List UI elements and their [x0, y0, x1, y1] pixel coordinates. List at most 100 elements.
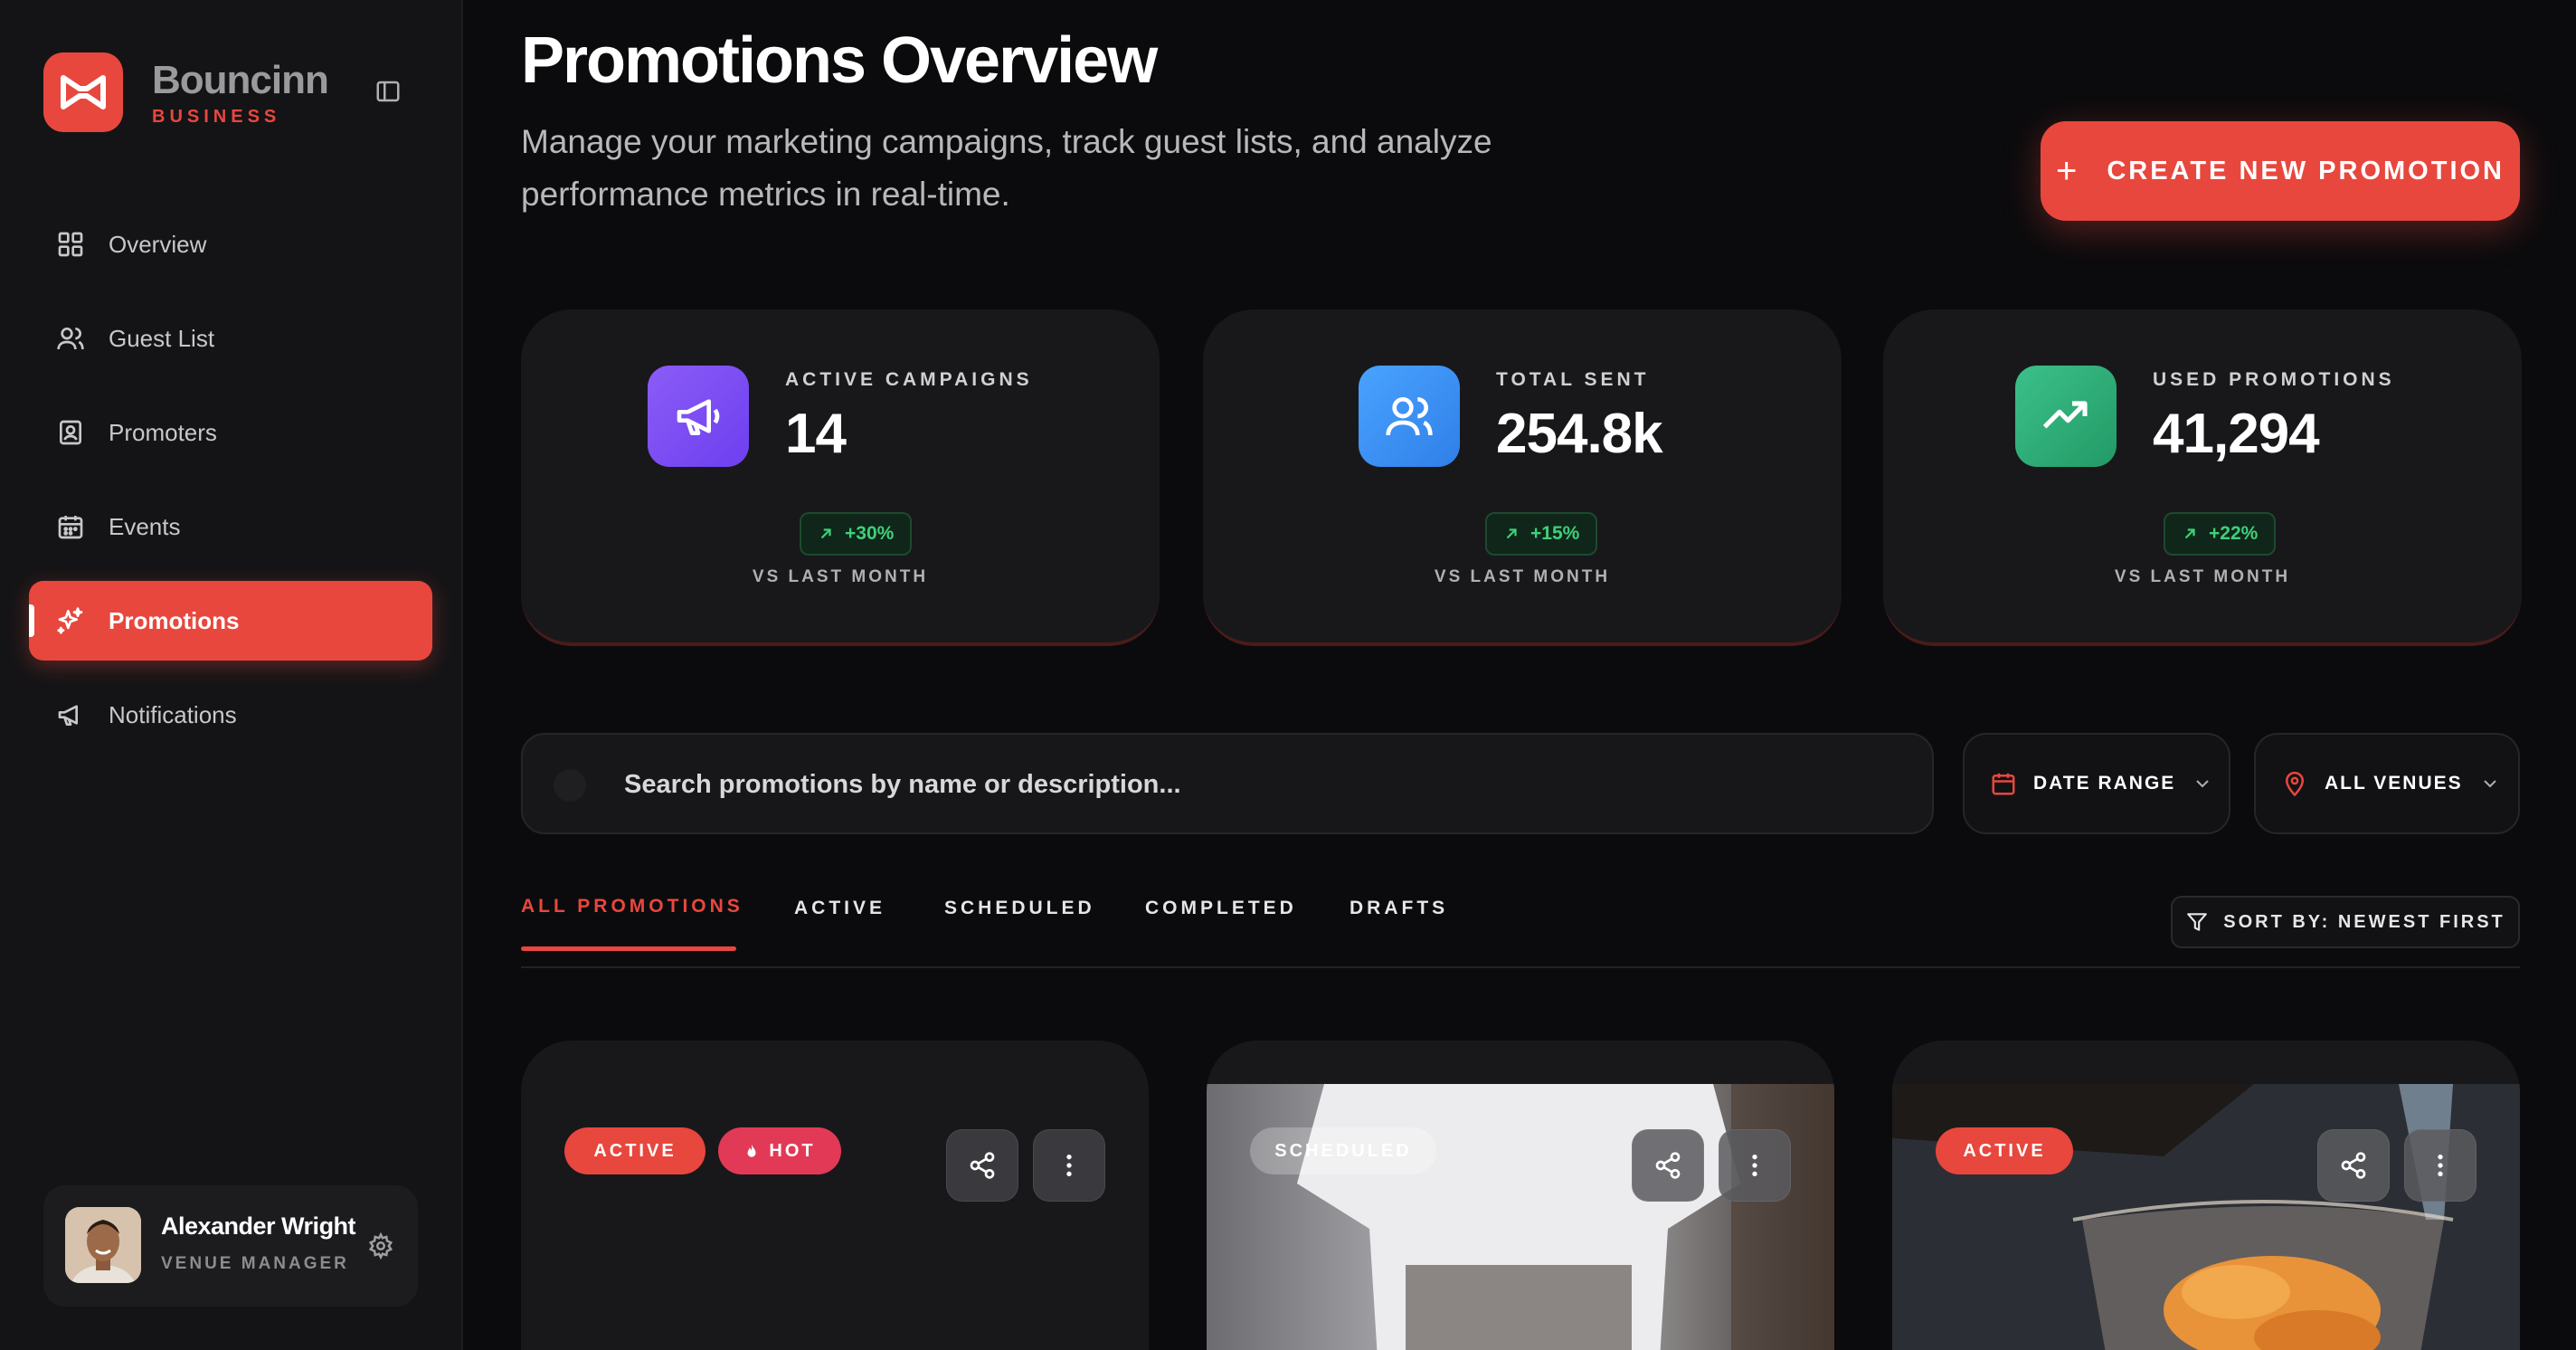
stat-value: 14 [785, 403, 847, 465]
users-icon [57, 328, 84, 350]
more-options-button[interactable] [1033, 1129, 1105, 1202]
date-range-filter[interactable]: DATE RANGE [1963, 733, 2230, 834]
status-badge: ACTIVE [564, 1127, 706, 1174]
share-icon [2341, 1152, 2366, 1179]
stat-card-active-campaigns: ACTIVE CAMPAIGNS 14 +30% VS LAST MONTH [521, 309, 1160, 646]
brand-name: Bouncinn [152, 58, 329, 102]
create-promotion-button[interactable]: + CREATE NEW PROMOTION [2041, 121, 2520, 221]
promotion-card[interactable]: ACTIVE HOT [521, 1041, 1149, 1350]
grid-icon [58, 232, 83, 257]
search-icon [554, 769, 586, 802]
user-name: Alexander Wright [161, 1212, 356, 1240]
sparkles-icon [57, 607, 83, 634]
stat-change: +22% [2209, 523, 2259, 544]
megaphone-icon [648, 366, 749, 467]
id-badge-icon [60, 420, 81, 445]
venue-filter[interactable]: ALL VENUES [2254, 733, 2520, 834]
user-profile-card[interactable]: Alexander Wright VENUE MANAGER [43, 1185, 418, 1307]
stat-change: +15% [1530, 523, 1580, 544]
stat-footnote: VS LAST MONTH [1434, 567, 1611, 586]
sidebar-item-label: Promoters [109, 418, 217, 446]
promotion-image [1207, 1084, 1834, 1350]
sidebar: Bouncinn BUSINESS Overview Guest List Pr… [0, 0, 463, 1350]
more-vertical-icon [1752, 1155, 1757, 1176]
stat-change-badge: +15% [1485, 512, 1598, 556]
map-pin-icon [2285, 771, 2305, 797]
stat-footnote: VS LAST MONTH [752, 567, 929, 586]
arrow-up-right-icon [820, 528, 831, 539]
sidebar-toggle-icon[interactable] [374, 78, 402, 105]
page-title: Promotions Overview [521, 24, 1158, 97]
sidebar-item-label: Guest List [109, 324, 215, 352]
search-input[interactable] [624, 762, 1890, 807]
megaphone-icon [58, 705, 78, 726]
more-vertical-icon [1066, 1155, 1072, 1176]
sidebar-item-events[interactable]: Events [29, 487, 432, 566]
share-button[interactable] [946, 1129, 1018, 1202]
filter-funnel-icon [2187, 913, 2208, 931]
sidebar-item-guest-list[interactable]: Guest List [29, 299, 432, 378]
stat-card-used-promotions: USED PROMOTIONS 41,294 +22% VS LAST MONT… [1883, 309, 2522, 646]
sidebar-item-overview[interactable]: Overview [29, 204, 432, 284]
stat-label: TOTAL SENT [1496, 369, 1650, 390]
stat-value: 254.8k [1496, 403, 1663, 465]
stat-value: 41,294 [2153, 403, 2320, 465]
avatar-portrait-icon [65, 1207, 141, 1283]
page-description: Manage your marketing campaigns, track g… [521, 123, 1492, 213]
chevron-down-icon [2483, 780, 2496, 788]
tab-drafts[interactable]: DRAFTS [1350, 898, 1448, 919]
calendar-icon [1992, 773, 2015, 795]
users-icon [1359, 366, 1460, 467]
avatar [65, 1207, 141, 1283]
status-badge: ACTIVE [1936, 1127, 2073, 1174]
chevron-down-icon [2196, 780, 2209, 788]
stat-change: +30% [845, 523, 895, 544]
sidebar-item-label: Promotions [109, 606, 240, 634]
date-range-label: DATE RANGE [2033, 773, 2176, 794]
user-role: VENUE MANAGER [161, 1254, 349, 1273]
promotion-card[interactable]: SCHEDULED [1207, 1041, 1834, 1350]
bow-tie-logo-icon [61, 75, 106, 109]
arrow-up-right-icon [2184, 528, 2195, 539]
hot-badge: HOT [718, 1127, 841, 1174]
venue-filter-label: ALL VENUES [2325, 773, 2463, 794]
stat-change-badge: +30% [800, 512, 913, 556]
share-button[interactable] [1632, 1129, 1704, 1202]
share-icon [1655, 1152, 1681, 1179]
sidebar-item-notifications[interactable]: Notifications [29, 675, 432, 755]
status-badge: SCHEDULED [1250, 1127, 1436, 1174]
more-vertical-icon [2438, 1155, 2443, 1176]
trending-up-icon [2015, 366, 2117, 467]
share-icon [970, 1152, 995, 1179]
brand-subtitle: BUSINESS [152, 107, 281, 127]
create-promotion-label: CREATE NEW PROMOTION [2107, 156, 2505, 185]
sort-label: SORT BY: NEWEST FIRST [2223, 911, 2505, 932]
brand-logo[interactable] [43, 52, 123, 132]
promotion-card[interactable]: ACTIVE [1892, 1041, 2520, 1350]
more-options-button[interactable] [1719, 1129, 1791, 1202]
calendar-icon [58, 516, 83, 539]
active-tab-indicator [521, 946, 736, 951]
stat-label: ACTIVE CAMPAIGNS [785, 369, 1033, 390]
stat-footnote: VS LAST MONTH [2114, 567, 2291, 586]
flame-icon [747, 1144, 756, 1157]
tab-scheduled[interactable]: SCHEDULED [944, 898, 1095, 919]
sidebar-item-promotions[interactable]: Promotions [29, 581, 432, 661]
tab-all-promotions[interactable]: ALL PROMOTIONS [521, 896, 743, 917]
tab-completed[interactable]: COMPLETED [1145, 898, 1297, 919]
share-button[interactable] [2317, 1129, 2390, 1202]
more-options-button[interactable] [2404, 1129, 2477, 1202]
plus-icon: + [2055, 150, 2080, 191]
sort-button[interactable]: SORT BY: NEWEST FIRST [2171, 896, 2520, 948]
gear-icon[interactable] [367, 1232, 394, 1260]
sidebar-item-label: Overview [109, 230, 207, 258]
sidebar-item-promoters[interactable]: Promoters [29, 393, 432, 472]
tab-active[interactable]: ACTIVE [794, 898, 886, 919]
sidebar-item-label: Events [109, 512, 181, 540]
search-bar[interactable] [521, 733, 1934, 834]
stat-card-total-sent: TOTAL SENT 254.8k +15% VS LAST MONTH [1203, 309, 1842, 646]
tabs-divider [521, 966, 2520, 968]
hot-label: HOT [769, 1140, 816, 1161]
stat-change-badge: +22% [2164, 512, 2277, 556]
sidebar-item-label: Notifications [109, 700, 237, 728]
